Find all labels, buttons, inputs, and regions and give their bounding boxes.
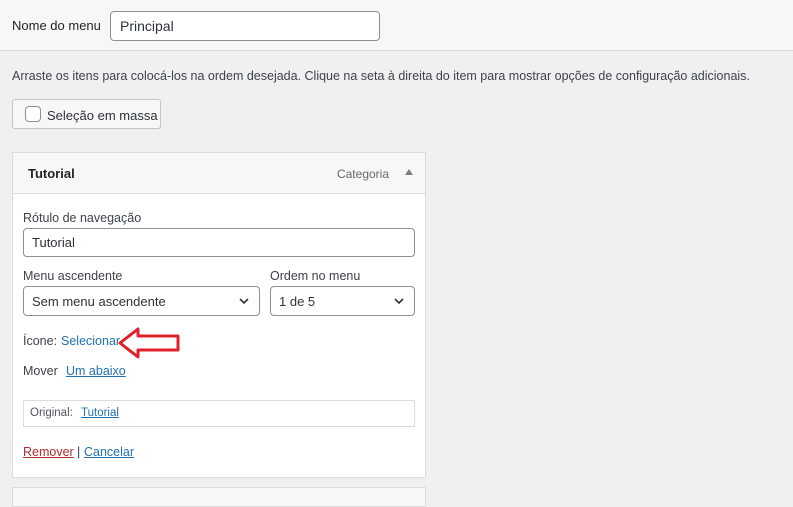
parent-menu-select[interactable]: Sem menu ascendente [23,286,260,316]
collapse-arrow-icon[interactable] [405,169,413,175]
chevron-down-icon [394,298,404,305]
menu-item-panel: Tutorial Categoria Rótulo de navegação M… [12,152,426,478]
menu-name-bar: Nome do menu [0,0,793,51]
menu-order-select[interactable]: 1 de 5 [270,286,415,316]
menu-order-label: Ordem no menu [270,269,361,283]
instructions-text: Arraste os itens para colocá-los na orde… [12,69,750,83]
original-info: Original: Tutorial [23,400,415,427]
nav-label-label: Rótulo de navegação [23,211,142,225]
icon-label: Ícone: [23,334,58,348]
actions-separator: | [77,445,81,459]
annotation-arrow-icon [118,327,180,359]
original-label: Original: [30,407,73,419]
parent-menu-label: Menu ascendente [23,269,123,283]
original-link[interactable]: Tutorial [81,407,119,419]
menu-item-title: Tutorial [28,166,75,181]
bulk-select-button[interactable]: Seleção em massa [12,99,161,129]
nav-label-input[interactable] [23,228,415,257]
parent-menu-value: Sem menu ascendente [32,294,166,309]
bulk-select-label: Seleção em massa [47,108,158,123]
bulk-select-checkbox[interactable] [25,106,41,122]
chevron-down-icon [239,298,249,305]
remove-link[interactable]: Remover [23,445,74,459]
select-icon-link[interactable]: Selecionar [61,334,120,348]
menu-item-type: Categoria [336,167,389,181]
menu-name-label: Nome do menu [12,18,101,33]
menu-order-value: 1 de 5 [279,294,316,309]
cancel-link[interactable]: Cancelar [84,445,134,459]
next-menu-item[interactable] [12,487,426,507]
move-down-link[interactable]: Um abaixo [66,364,126,378]
menu-item-header[interactable]: Tutorial Categoria [13,153,425,194]
menu-name-input[interactable] [110,11,380,41]
move-label: Mover [23,364,58,378]
